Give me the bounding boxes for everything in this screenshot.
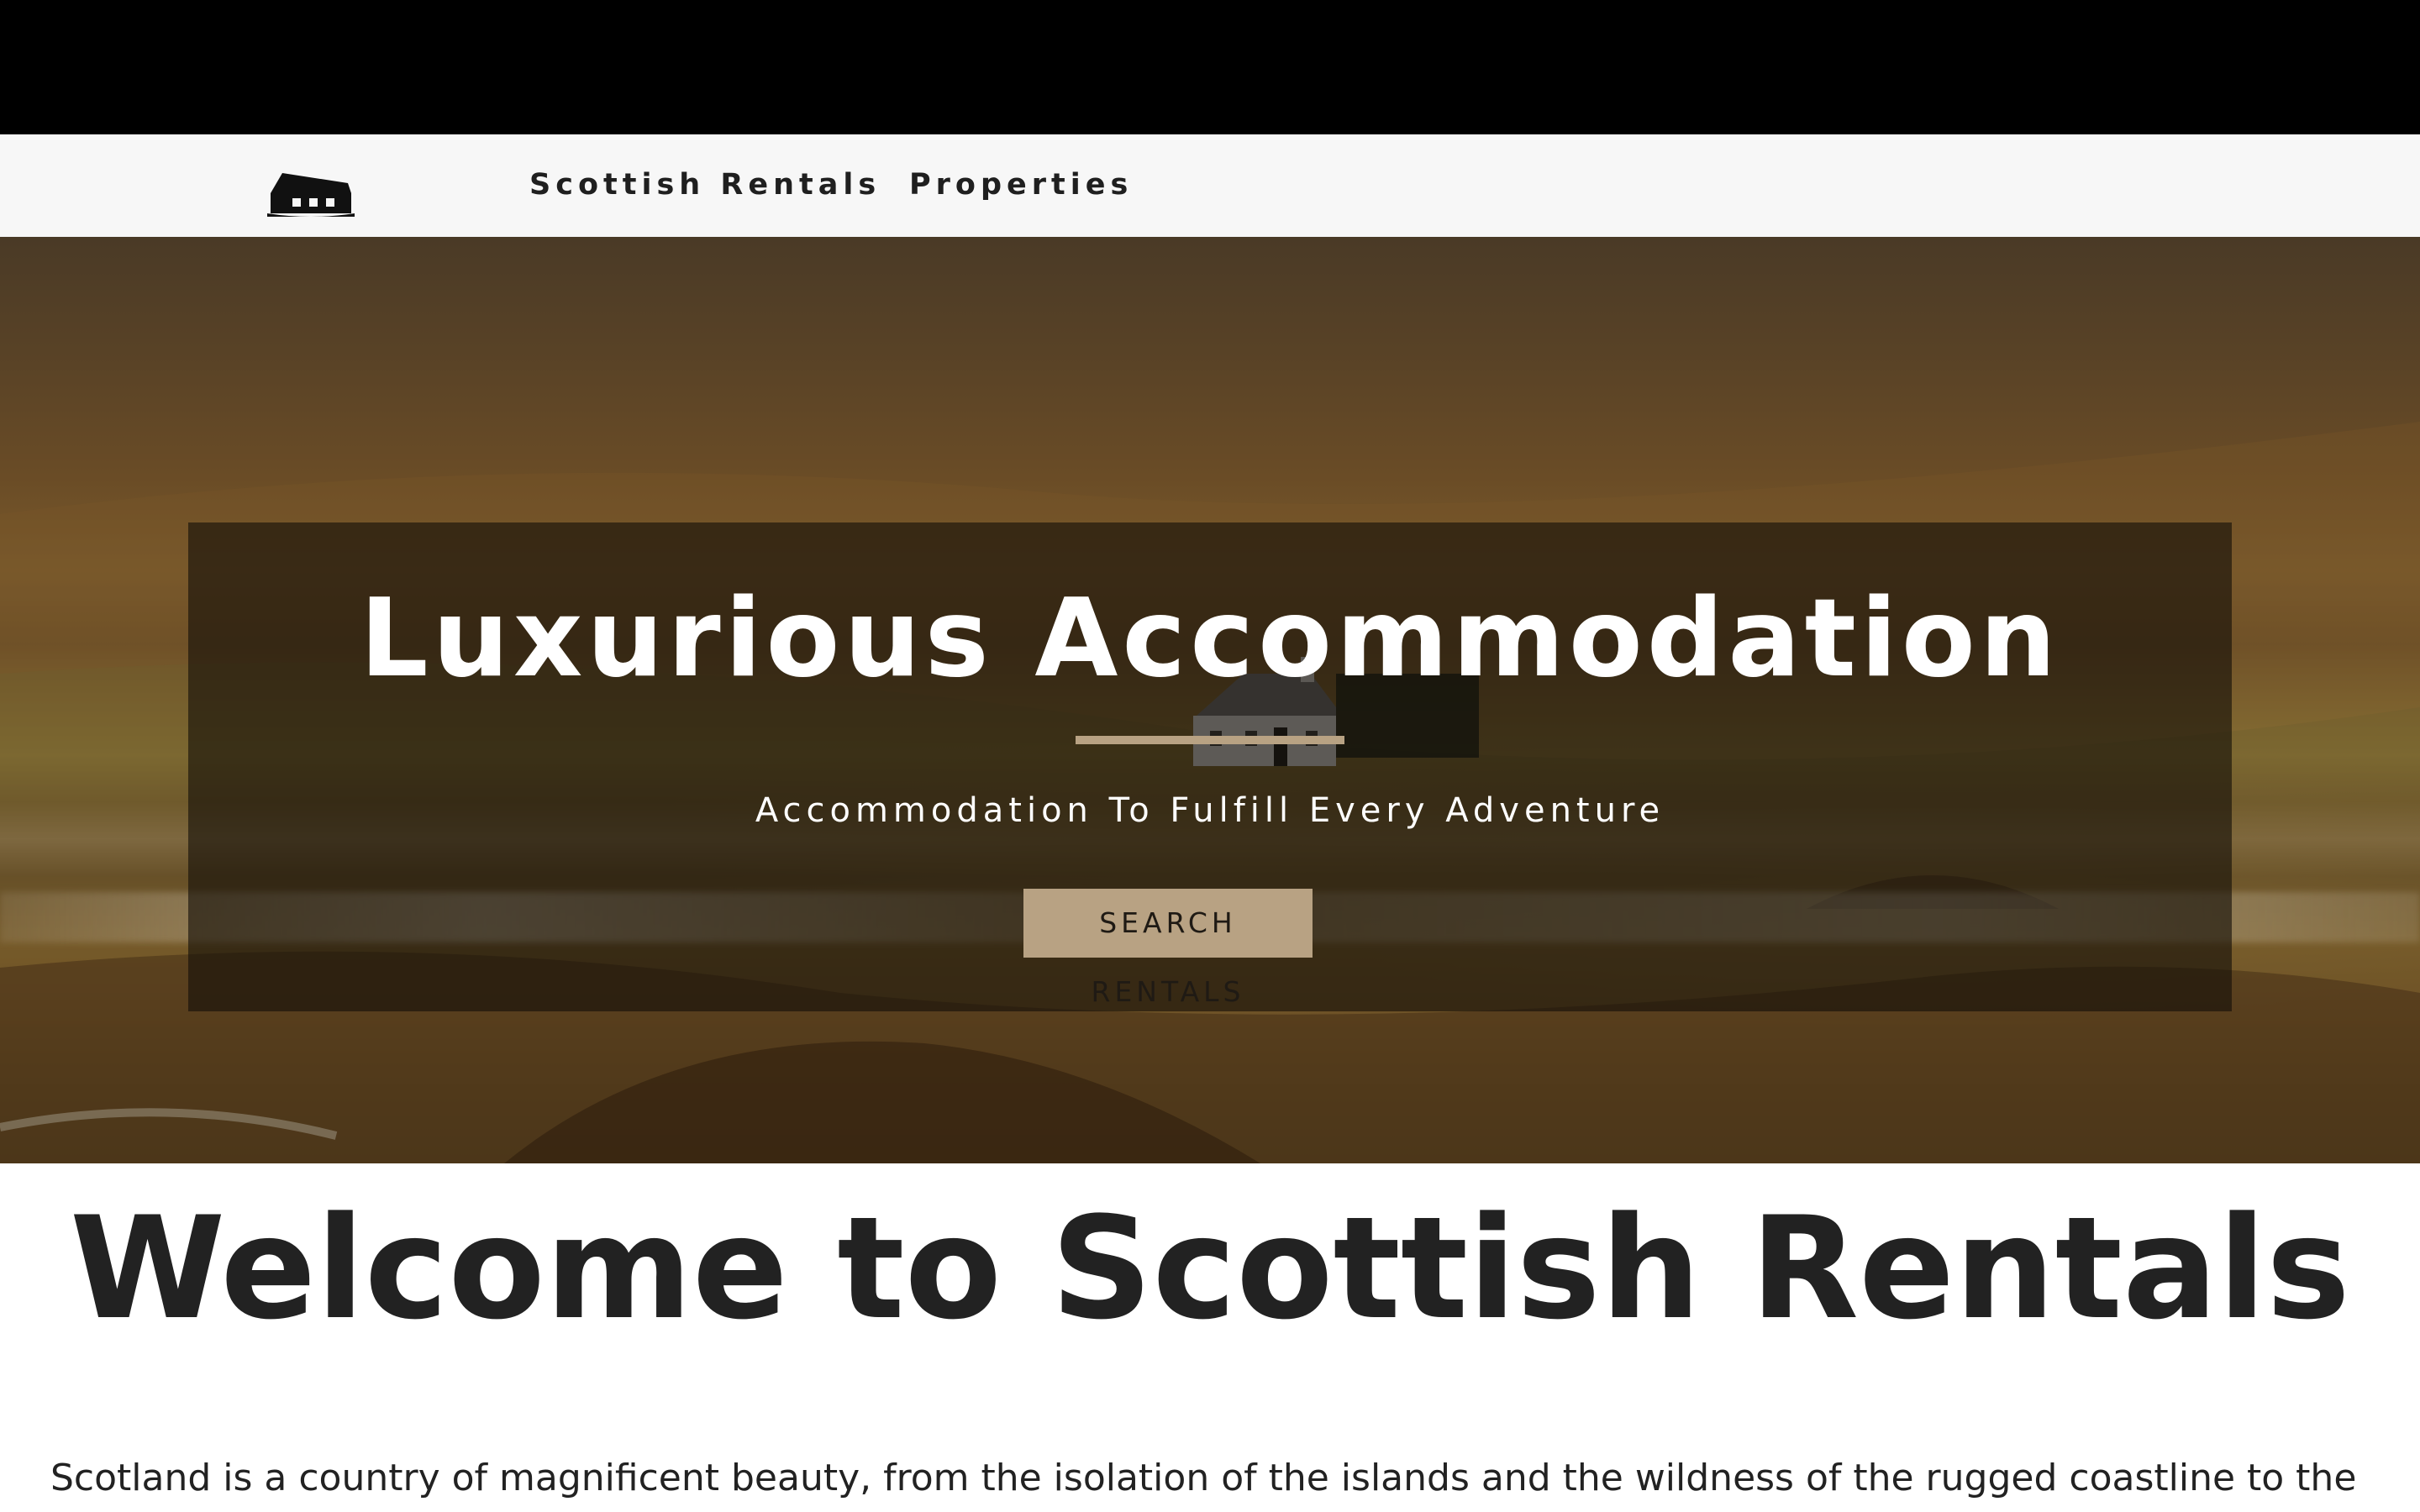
hero-divider	[1076, 736, 1344, 744]
search-rentals-button[interactable]: SEARCH RENTALS	[1023, 889, 1313, 1008]
browser-top-bar	[0, 0, 2420, 134]
intro-paragraph: Scotland is a country of magnificent bea…	[50, 1457, 2357, 1499]
cottage-icon[interactable]	[267, 168, 355, 217]
navbar	[0, 134, 2420, 237]
hero-subtitle: Accommodation To Fulfill Every Adventure	[755, 791, 1665, 830]
nav-link-properties[interactable]: Properties	[909, 166, 1133, 203]
welcome-title: Welcome to Scottish Rentals	[69, 1186, 2350, 1351]
hero-section: Luxurious Accommodation Accommodation To…	[0, 237, 2420, 1163]
hero-title: Luxurious Accommodation	[360, 576, 2060, 701]
hero-overlay-panel: Luxurious Accommodation Accommodation To…	[188, 522, 2232, 1011]
page: Scottish Rentals Properties Luxurious Ac…	[0, 0, 2420, 1512]
nav-link-scottish-rentals[interactable]: Scottish Rentals	[529, 166, 881, 203]
